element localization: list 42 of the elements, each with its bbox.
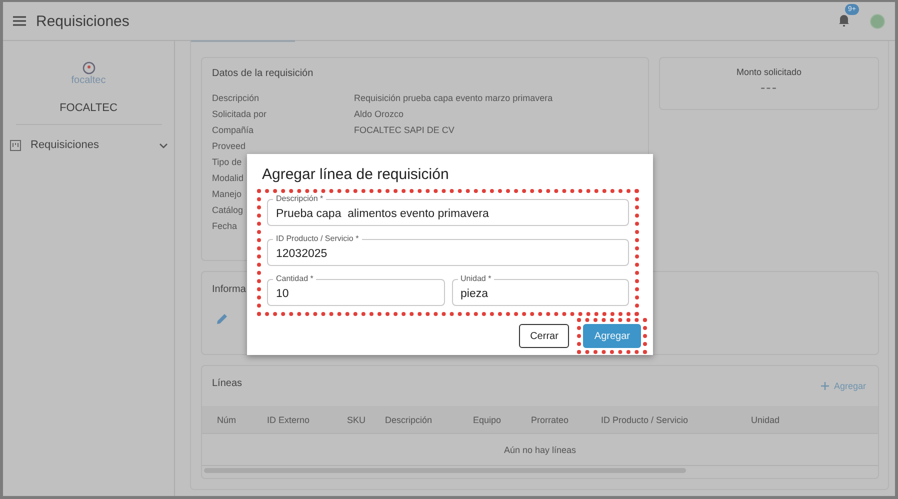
field-label: Catálog xyxy=(212,205,244,215)
column-header: SKU xyxy=(346,414,367,424)
field-label: ID Producto / Servicio * xyxy=(273,234,362,243)
column-header: Núm xyxy=(216,414,238,424)
field-value: Aldo Orozco xyxy=(354,109,404,119)
card-title: Líneas xyxy=(212,378,242,389)
field-label: Fecha xyxy=(212,221,238,231)
column-header: Equipo xyxy=(472,414,502,424)
menu-icon[interactable] xyxy=(13,16,26,26)
amount-value: --- xyxy=(760,79,778,95)
field-value: FOCALTEC SAPI DE CV xyxy=(354,125,454,135)
company-name: FOCALTEC xyxy=(60,102,118,114)
field-label: Cantidad * xyxy=(273,274,316,283)
column-header: ID Producto / Servicio xyxy=(600,414,690,424)
column-header: ID Externo xyxy=(266,414,311,424)
field-label: Descripción xyxy=(212,93,260,103)
board-icon xyxy=(10,140,20,150)
logo-icon xyxy=(82,61,96,75)
field-label: Descripción * xyxy=(273,194,326,203)
close-button[interactable]: Cerrar xyxy=(519,324,570,348)
pencil-icon[interactable] xyxy=(216,313,228,325)
column-header: Prorrateo xyxy=(530,414,570,424)
avatar-icon[interactable] xyxy=(870,14,885,28)
card-title: Informa xyxy=(212,284,246,295)
dialog-title: Agregar línea de requisición xyxy=(262,166,450,183)
field-label: Unidad * xyxy=(458,274,494,283)
column-header: Unidad xyxy=(750,414,781,424)
app-title: Requisiciones xyxy=(36,12,130,30)
field-label: Manejo xyxy=(212,189,242,199)
field-label: Tipo de xyxy=(212,157,242,167)
field-label: Proveed xyxy=(212,141,246,151)
card-title: Datos de la requisición xyxy=(212,68,314,79)
field-label: Modalid xyxy=(212,173,244,183)
empty-message: Aún no hay líneas xyxy=(202,434,878,466)
logo-text: focaltec xyxy=(71,75,106,86)
amount-label: Monto solicitado xyxy=(736,67,802,77)
field-label: Compañía xyxy=(212,125,254,135)
bell-icon[interactable] xyxy=(838,13,850,27)
plus-icon xyxy=(820,382,829,390)
column-header: Descripción xyxy=(384,414,434,424)
sidebar-item[interactable]: Requisiciones xyxy=(10,135,168,155)
field-label: Solicitada por xyxy=(212,109,267,119)
